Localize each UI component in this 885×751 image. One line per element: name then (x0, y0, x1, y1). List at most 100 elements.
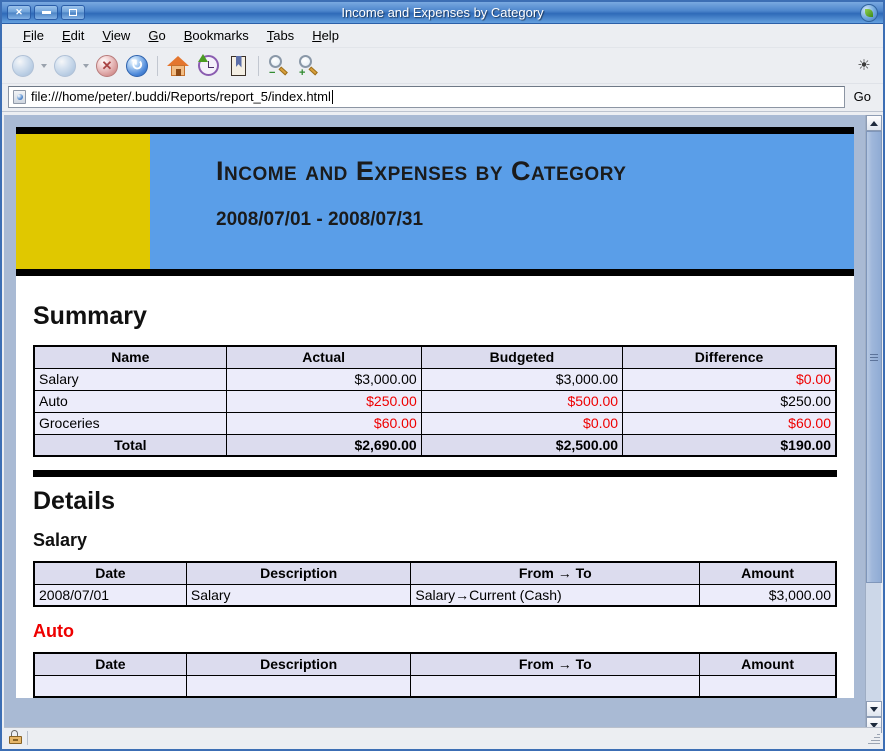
summary-cell-actual: $3,000.00 (225, 367, 422, 391)
detail-cell-empty (185, 674, 412, 698)
forward-button[interactable] (50, 51, 80, 81)
window-title: Income and Expenses by Category (341, 5, 544, 20)
history-button[interactable] (193, 51, 223, 81)
report-banner: Income and Expenses by Category 2008/07/… (16, 134, 854, 269)
summary-table: Name Actual Budgeted Difference Salary $3… (33, 345, 837, 457)
details-container: Salary Date Description From → To Amount 2008… (33, 530, 837, 698)
detail-cell-empty (33, 674, 187, 698)
menu-item-tabs[interactable]: Tabs (258, 26, 303, 45)
scrollbar-thumb[interactable] (866, 131, 882, 583)
summary-total-row: Total $2,690.00 $2,500.00 $190.00 (33, 433, 837, 457)
thumb-grip (870, 352, 878, 363)
summary-total-label: Total (33, 433, 227, 457)
detail-header-row: Date Description From → To Amount (33, 561, 837, 585)
menu-item-help[interactable]: Help (303, 26, 348, 45)
lock-keyhole (13, 739, 18, 741)
summary-col-difference: Difference (622, 345, 837, 369)
detail-col-date: Date (33, 561, 187, 585)
summary-total-budgeted: $2,500.00 (420, 433, 624, 457)
report-date-range: 2008/07/01 - 2008/07/31 (216, 209, 424, 230)
triangle-down-icon (870, 706, 878, 712)
vertical-scrollbar[interactable] (865, 115, 882, 733)
summary-body: Salary $3,000.00 $3,000.00 $0.00 Auto $250.00… (33, 367, 837, 457)
go-button[interactable]: Go (845, 89, 877, 104)
forward-icon (54, 54, 76, 77)
page-favicon-icon (13, 89, 26, 104)
report-body: Summary Name Actual Budgeted Difference … (16, 276, 854, 698)
detail-category-heading: Salary (33, 530, 88, 550)
menu-item-view[interactable]: View (93, 26, 139, 45)
summary-cell-budgeted: $0.00 (420, 411, 624, 435)
detail-table: Date Description From → To Amount (33, 652, 837, 698)
url-input[interactable]: file:///home/peter/.buddi/Reports/report… (31, 89, 331, 104)
detail-col-amount: Amount (699, 561, 837, 585)
detail-header-row: Date Description From → To Amount (33, 652, 837, 676)
history-icon (197, 54, 219, 76)
summary-heading: Summary (33, 302, 147, 330)
bookmarks-icon (230, 55, 246, 76)
zoom-out-icon: − (268, 54, 290, 78)
status-bar (4, 727, 881, 747)
section-divider (33, 470, 837, 477)
detail-cell-date: 2008/07/01 (33, 583, 187, 607)
summary-cell-difference: $250.00 (622, 389, 837, 413)
reload-glyph: ↻ (130, 57, 144, 74)
home-door (176, 68, 181, 76)
detail-table: Date Description From → To Amount 2008/07/01… (33, 561, 837, 607)
scrollbar-track[interactable] (866, 131, 882, 701)
scroll-up-button[interactable] (866, 115, 882, 131)
lock-icon[interactable] (8, 730, 23, 745)
summary-total-difference: $190.00 (622, 433, 837, 457)
title-bar: ✕ Income and Expenses by Category (2, 2, 883, 24)
detail-category-heading: Auto (33, 621, 74, 641)
bookmarks-button[interactable] (223, 51, 253, 81)
menu-item-edit[interactable]: Edit (53, 26, 93, 45)
scroll-down-button-a[interactable] (866, 701, 882, 717)
location-bar: file:///home/peter/.buddi/Reports/report… (2, 84, 883, 112)
chevron-down-icon (41, 63, 47, 68)
zoom-in-button[interactable]: + (294, 51, 324, 81)
menu-item-bookmarks[interactable]: Bookmarks (175, 26, 258, 45)
triangle-up-icon (870, 120, 878, 126)
summary-cell-budgeted: $3,000.00 (420, 367, 624, 391)
menu-item-go[interactable]: Go (139, 26, 174, 45)
toolbar-separator (157, 55, 158, 76)
menu-bar: File Edit View Go Bookmarks Tabs Help (2, 24, 883, 48)
maximize-button[interactable] (61, 5, 85, 20)
summary-row: Groceries $60.00 $0.00 $60.00 (33, 411, 837, 435)
summary-total-actual: $2,690.00 (225, 433, 422, 457)
chevron-down-icon (83, 63, 89, 68)
menu-item-file[interactable]: File (14, 26, 53, 45)
handle (278, 65, 288, 75)
toolbar: ✕ ↻ − + ☀ (2, 48, 883, 84)
resize-grip[interactable] (866, 732, 880, 746)
plus-sign: + (299, 66, 306, 79)
stop-button[interactable]: ✕ (92, 51, 122, 81)
close-button[interactable]: ✕ (7, 5, 31, 20)
back-icon (12, 54, 34, 77)
throbber-icon[interactable]: ☀ (853, 54, 875, 76)
status-divider (27, 730, 28, 745)
home-button[interactable] (163, 51, 193, 81)
detail-body (33, 674, 837, 698)
detail-cell-empty (699, 674, 837, 698)
home-icon (167, 55, 189, 76)
back-dropdown-button[interactable] (38, 51, 50, 81)
banner-top-rule (16, 127, 854, 134)
address-bar[interactable]: file:///home/peter/.buddi/Reports/report… (8, 85, 845, 108)
reload-button[interactable]: ↻ (122, 51, 152, 81)
detail-row: 2008/07/01 Salary Salary→Current (Cash) $3,… (33, 583, 837, 607)
text-caret (331, 89, 333, 104)
summary-cell-name: Salary (33, 367, 227, 391)
detail-col-description: Description (185, 652, 412, 676)
minimize-button[interactable] (34, 5, 58, 20)
maximize-icon (69, 9, 77, 16)
history-arrow (197, 54, 208, 62)
report-document: Income and Expenses by Category 2008/07/… (16, 127, 854, 698)
back-button[interactable] (8, 51, 38, 81)
page-viewport: Income and Expenses by Category 2008/07/… (4, 115, 869, 733)
summary-row: Auto $250.00 $500.00 $250.00 (33, 389, 837, 413)
toolbar-separator (258, 55, 259, 76)
forward-dropdown-button[interactable] (80, 51, 92, 81)
zoom-out-button[interactable]: − (264, 51, 294, 81)
